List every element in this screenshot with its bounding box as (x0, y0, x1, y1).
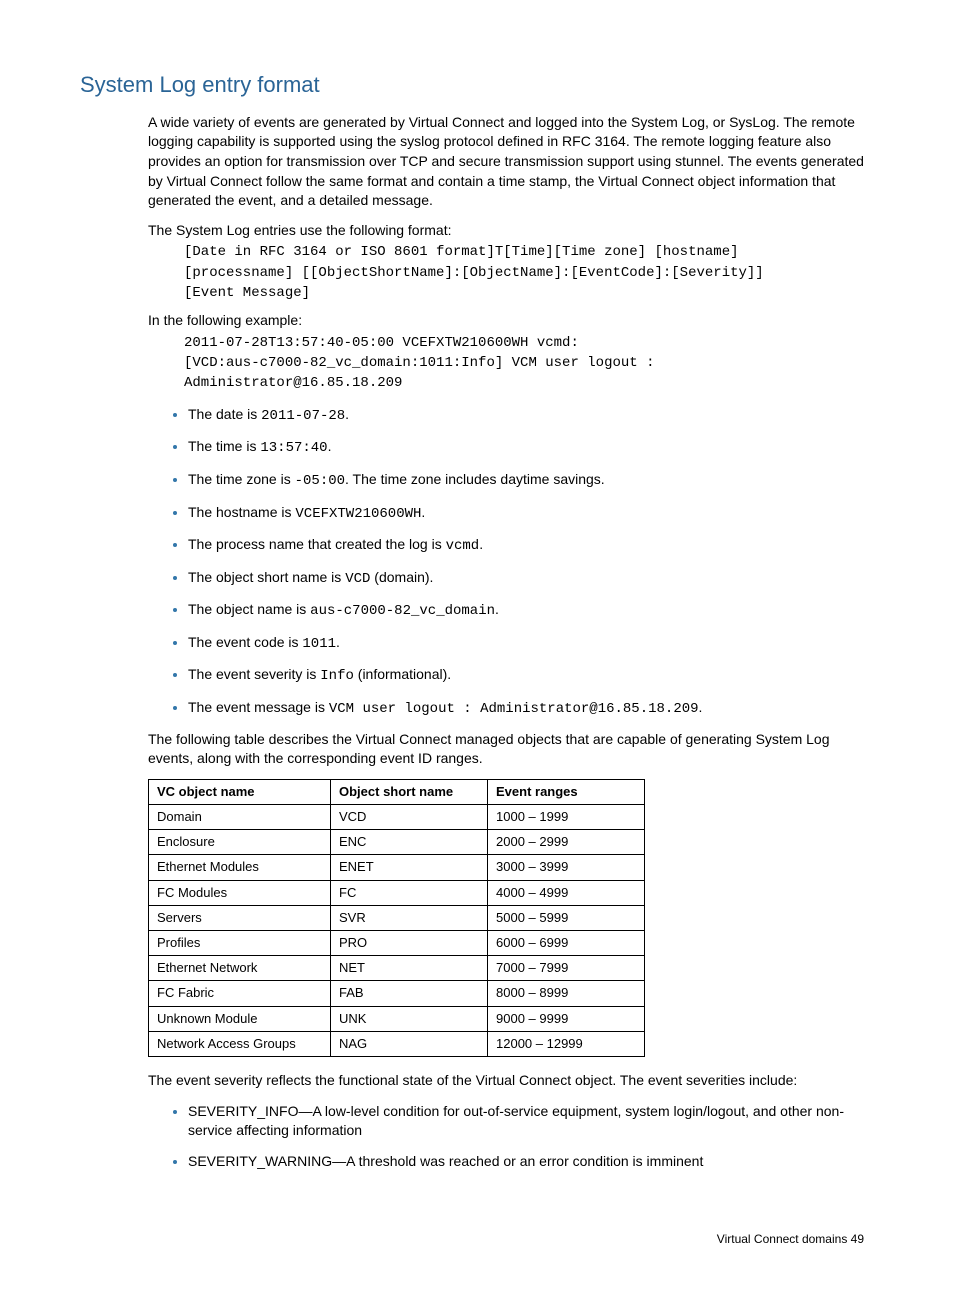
list-item-text: The object short name is (188, 569, 345, 585)
paragraph-table-intro: The following table describes the Virtua… (148, 730, 864, 769)
list-item-text: . (479, 536, 483, 552)
table-header: Object short name (331, 779, 488, 804)
table-cell: FC Fabric (149, 981, 331, 1006)
list-item-code: VCEFXTW210600WH (295, 506, 421, 522)
table-cell: ENET (331, 855, 488, 880)
field-breakdown-list: The date is 2011-07-28.The time is 13:57… (148, 404, 864, 720)
list-item-code: Info (320, 668, 354, 684)
list-item: The time is 13:57:40. (188, 436, 864, 459)
table-cell: Profiles (149, 930, 331, 955)
list-item-text: (domain). (370, 569, 433, 585)
list-item-text: . (421, 504, 425, 520)
table-cell: 6000 – 6999 (488, 930, 645, 955)
list-item: The event message is VCM user logout : A… (188, 697, 864, 720)
list-item-text: The process name that created the log is (188, 536, 446, 552)
table-cell: Ethernet Modules (149, 855, 331, 880)
list-item: The time zone is -05:00. The time zone i… (188, 469, 864, 492)
section-heading: System Log entry format (80, 70, 874, 101)
list-item-text: . (495, 601, 499, 617)
list-item-text: The event message is (188, 699, 329, 715)
list-item-code: 2011-07-28 (261, 408, 345, 424)
list-item-text: The time is (188, 438, 260, 454)
table-cell: FC (331, 880, 488, 905)
table-cell: 1000 – 1999 (488, 805, 645, 830)
list-item-text: . The time zone includes daytime savings… (345, 471, 605, 487)
table-cell: 7000 – 7999 (488, 956, 645, 981)
paragraph-intro: A wide variety of events are generated b… (148, 113, 864, 211)
list-item-text: (informational). (354, 666, 451, 682)
table-cell: VCD (331, 805, 488, 830)
list-item: SEVERITY_INFO—A low-level condition for … (188, 1101, 864, 1141)
table-cell: PRO (331, 930, 488, 955)
list-item-code: aus-c7000-82_vc_domain (310, 603, 495, 619)
table-cell: 3000 – 3999 (488, 855, 645, 880)
table-cell: FC Modules (149, 880, 331, 905)
list-item-code: 1011 (302, 636, 336, 652)
list-item-code: VCD (345, 571, 370, 587)
table-row: Ethernet ModulesENET3000 – 3999 (149, 855, 645, 880)
page-footer: Virtual Connect domains 49 (80, 1231, 864, 1248)
list-item: The hostname is VCEFXTW210600WH. (188, 502, 864, 525)
table-cell: Domain (149, 805, 331, 830)
list-item-text: The event code is (188, 634, 302, 650)
paragraph-severity: The event severity reflects the function… (148, 1071, 864, 1091)
list-item: The date is 2011-07-28. (188, 404, 864, 427)
format-block: [Date in RFC 3164 or ISO 8601 format]T[T… (184, 242, 864, 303)
list-item-text: The time zone is (188, 471, 295, 487)
table-row: Network Access GroupsNAG12000 – 12999 (149, 1031, 645, 1056)
list-item-code: 13:57:40 (260, 440, 327, 456)
list-item-text: The date is (188, 406, 261, 422)
table-cell: 8000 – 8999 (488, 981, 645, 1006)
table-cell: 5000 – 5999 (488, 905, 645, 930)
list-item-text: . (345, 406, 349, 422)
table-cell: Enclosure (149, 830, 331, 855)
table-row: EnclosureENC2000 – 2999 (149, 830, 645, 855)
list-item: SEVERITY_WARNING—A threshold was reached… (188, 1151, 864, 1172)
table-row: DomainVCD1000 – 1999 (149, 805, 645, 830)
severity-list: SEVERITY_INFO—A low-level condition for … (148, 1101, 864, 1172)
list-item-text: The object name is (188, 601, 310, 617)
table-cell: SVR (331, 905, 488, 930)
table-row: ProfilesPRO6000 – 6999 (149, 930, 645, 955)
object-table: VC object nameObject short nameEvent ran… (148, 779, 645, 1057)
example-block: 2011-07-28T13:57:40-05:00 VCEFXTW210600W… (184, 333, 864, 394)
table-header: VC object name (149, 779, 331, 804)
table-header: Event ranges (488, 779, 645, 804)
table-cell: NAG (331, 1031, 488, 1056)
list-item-text: . (328, 438, 332, 454)
table-cell: FAB (331, 981, 488, 1006)
list-item-code: -05:00 (295, 473, 345, 489)
table-row: ServersSVR5000 – 5999 (149, 905, 645, 930)
table-cell: 9000 – 9999 (488, 1006, 645, 1031)
table-row: FC FabricFAB8000 – 8999 (149, 981, 645, 1006)
table-cell: 2000 – 2999 (488, 830, 645, 855)
list-item: The object name is aus-c7000-82_vc_domai… (188, 599, 864, 622)
table-cell: Unknown Module (149, 1006, 331, 1031)
table-cell: Ethernet Network (149, 956, 331, 981)
list-item: The process name that created the log is… (188, 534, 864, 557)
list-item-code: VCM user logout : Administrator@16.85.18… (329, 701, 699, 717)
table-cell: Servers (149, 905, 331, 930)
paragraph-example-label: In the following example: (148, 311, 864, 331)
table-cell: Network Access Groups (149, 1031, 331, 1056)
table-cell: NET (331, 956, 488, 981)
table-cell: UNK (331, 1006, 488, 1031)
list-item-text: . (336, 634, 340, 650)
list-item: The event severity is Info (informationa… (188, 664, 864, 687)
table-row: Unknown ModuleUNK9000 – 9999 (149, 1006, 645, 1031)
table-cell: 12000 – 12999 (488, 1031, 645, 1056)
list-item-text: The event severity is (188, 666, 320, 682)
list-item-text: The hostname is (188, 504, 295, 520)
paragraph-format-label: The System Log entries use the following… (148, 221, 864, 241)
table-row: Ethernet NetworkNET7000 – 7999 (149, 956, 645, 981)
list-item-text: . (699, 699, 703, 715)
table-cell: 4000 – 4999 (488, 880, 645, 905)
list-item-code: vcmd (446, 538, 480, 554)
list-item: The event code is 1011. (188, 632, 864, 655)
table-cell: ENC (331, 830, 488, 855)
list-item: The object short name is VCD (domain). (188, 567, 864, 590)
table-row: FC ModulesFC4000 – 4999 (149, 880, 645, 905)
